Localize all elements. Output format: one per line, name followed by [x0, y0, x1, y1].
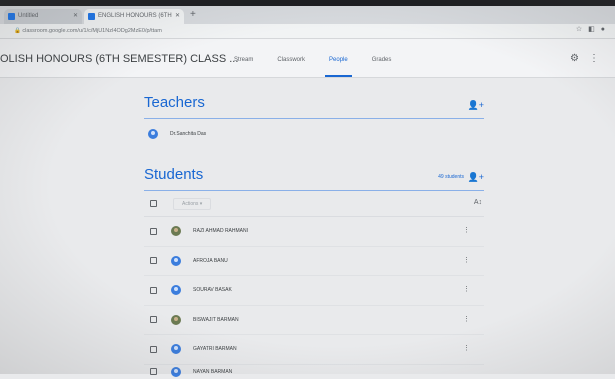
actions-label: Actions: [182, 200, 199, 207]
avatar: [171, 226, 181, 237]
invite-teacher-icon[interactable]: 👤+: [468, 100, 484, 111]
browser-tab-2-label: ENGLISH HONOURS (6TH: [98, 13, 172, 19]
class-nav-tabs: Stream Classwork People Grades: [222, 55, 404, 77]
classroom-favicon-icon: [88, 13, 95, 20]
browser-toolbar-icons: ☆◧●: [576, 25, 611, 33]
student-name: AFROJA BANU: [193, 257, 228, 264]
student-checkbox[interactable]: [150, 227, 157, 235]
address-bar-url: classroom.google.com/u/1/c/MjU1NzI4ODg2M…: [22, 28, 162, 34]
avatar: [171, 344, 181, 355]
close-tab-icon[interactable]: ✕: [73, 9, 78, 24]
student-checkbox[interactable]: [150, 345, 157, 353]
student-name: RAZI AHMAD RAHMANI: [193, 228, 249, 235]
table-row[interactable]: GAYATRI BARMAN ⋮: [144, 335, 484, 365]
avatar: [148, 128, 158, 139]
extension-icon[interactable]: ◧: [588, 26, 601, 33]
more-options-icon[interactable]: ⋮: [463, 315, 470, 323]
student-name: SOURAV BASAK: [193, 287, 232, 294]
student-name: BISWAJIT BARMAN: [193, 316, 239, 323]
more-options-icon[interactable]: ⋮: [463, 285, 470, 293]
class-title[interactable]: OLISH HONOURS (6TH SEMESTER) CLASS ...: [0, 53, 238, 65]
students-header: Students 49 students 👤+: [144, 162, 484, 191]
actions-dropdown[interactable]: Actions ▾: [173, 197, 212, 210]
apps-icon[interactable]: ⋮: [589, 53, 609, 64]
browser-tabstrip: Untitled ✕ ENGLISH HONOURS (6TH ✕ +: [0, 6, 615, 24]
select-all-checkbox[interactable]: [150, 200, 157, 207]
address-bar[interactable]: 🔒 classroom.google.com/u/1/c/MjU1NzI4ODg…: [14, 26, 194, 36]
gear-icon[interactable]: ⚙: [570, 53, 589, 64]
more-options-icon[interactable]: ⋮: [463, 344, 470, 352]
student-checkbox[interactable]: [150, 316, 157, 324]
lock-icon: 🔒: [14, 28, 21, 34]
tab-grades[interactable]: Grades: [360, 55, 404, 65]
tab-people[interactable]: People: [317, 55, 360, 77]
table-row[interactable]: AFROJA BANU ⋮: [144, 247, 484, 276]
star-icon[interactable]: ☆: [576, 26, 588, 33]
tab-stream[interactable]: Stream: [222, 55, 265, 65]
student-checkbox[interactable]: [150, 257, 157, 265]
table-row[interactable]: BISWAJIT BARMAN ⋮: [144, 306, 484, 335]
table-row[interactable]: RAZI AHMAD RAHMANI ⋮: [144, 217, 484, 247]
browser-tab-1[interactable]: Untitled ✕: [4, 9, 82, 24]
tab-classwork[interactable]: Classwork: [265, 55, 317, 65]
more-options-icon[interactable]: ⋮: [463, 256, 470, 264]
classroom-header: OLISH HONOURS (6TH SEMESTER) CLASS ... S…: [0, 39, 615, 78]
tab-favicon-icon: [8, 13, 15, 20]
avatar: [171, 285, 181, 296]
students-toolbar: Actions ▾ A↕: [144, 191, 484, 217]
teacher-row[interactable]: Dr.Sanchita Das: [144, 119, 484, 148]
table-row[interactable]: NAYAN BARMAN: [144, 365, 484, 379]
teachers-title: Teachers: [144, 94, 205, 111]
student-checkbox[interactable]: [150, 286, 157, 294]
avatar: [171, 314, 181, 325]
profile-icon[interactable]: ●: [601, 26, 611, 33]
students-title: Students: [144, 166, 204, 183]
table-row[interactable]: SOURAV BASAK ⋮: [144, 276, 484, 306]
student-name: GAYATRI BARMAN: [193, 346, 237, 353]
browser-tab-1-label: Untitled: [18, 13, 39, 19]
people-page: Teachers 👤+ Dr.Sanchita Das Students 49 …: [144, 90, 484, 379]
address-bar-row: 🔒 classroom.google.com/u/1/c/MjU1NzI4ODg…: [0, 24, 615, 39]
sort-icon[interactable]: A↕: [474, 199, 482, 206]
avatar: [171, 255, 181, 266]
header-icons: ⚙⋮: [570, 53, 609, 64]
student-count: 49 students: [438, 174, 464, 180]
invite-student-icon[interactable]: 👤+: [468, 172, 484, 183]
close-tab-icon[interactable]: ✕: [175, 9, 180, 24]
more-options-icon[interactable]: ⋮: [463, 226, 470, 234]
teachers-header: Teachers 👤+: [144, 90, 484, 119]
avatar: [171, 366, 181, 377]
teacher-name: Dr.Sanchita Das: [170, 130, 207, 137]
new-tab-icon[interactable]: +: [190, 9, 196, 20]
browser-tab-2[interactable]: ENGLISH HONOURS (6TH ✕: [84, 9, 184, 24]
